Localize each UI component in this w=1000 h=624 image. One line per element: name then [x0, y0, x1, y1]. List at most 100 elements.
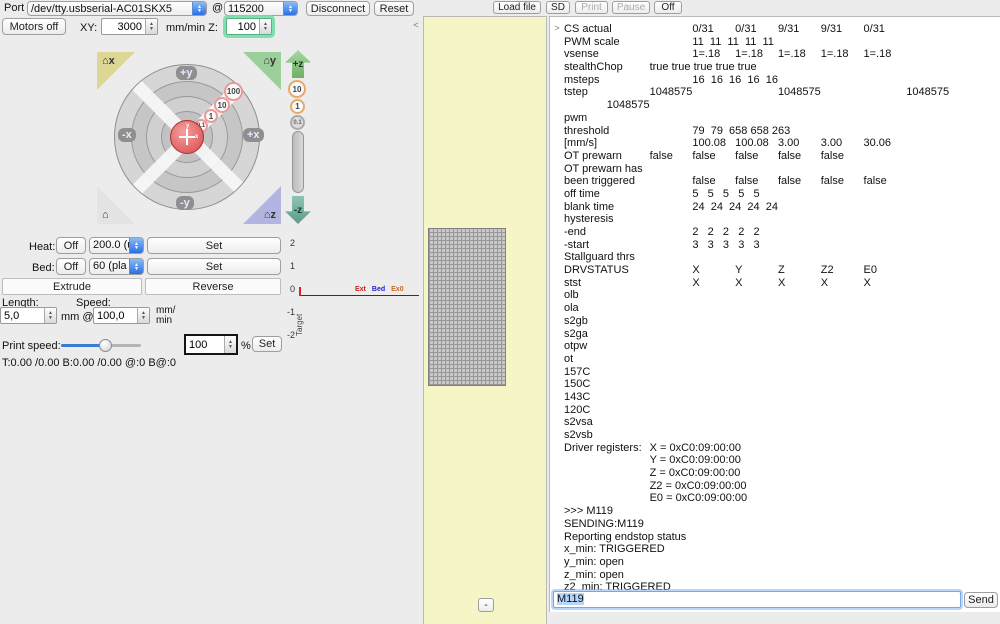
- print-speed-input[interactable]: [186, 336, 224, 353]
- bed-off-button[interactable]: Off: [56, 258, 86, 275]
- console-line: OT prewarn false false false false false: [564, 150, 998, 163]
- jog-plus-z-button[interactable]: +z: [285, 50, 311, 78]
- baud-select[interactable]: 115200 ▲▼: [224, 1, 298, 16]
- send-button[interactable]: Send: [964, 592, 998, 608]
- console-line: s2vsa: [564, 416, 998, 429]
- stepper-arrows-icon[interactable]: ▲▼: [44, 308, 56, 323]
- dropdown-arrows-icon: ▲▼: [129, 238, 143, 253]
- heat-set-button[interactable]: Set: [147, 237, 281, 254]
- home-all-icon: ⌂: [102, 209, 109, 221]
- bed-temp-select[interactable]: 60 (pla ▲▼: [89, 258, 144, 275]
- port-select[interactable]: /dev/tty.usbserial-AC01SKX5 ▲▼: [27, 1, 207, 16]
- console-line: PWM scale 11 11 11 11 11: [564, 36, 998, 49]
- console-line: 150C: [564, 378, 998, 391]
- console-line: ot: [564, 353, 998, 366]
- console-line: -end 2 2 2 2 2: [564, 226, 998, 239]
- home-z-icon: ⌂z: [264, 209, 276, 221]
- viewer-zoom-out-button[interactable]: -: [478, 598, 494, 612]
- slider-thumb[interactable]: [99, 339, 112, 352]
- load-file-button[interactable]: Load file: [493, 1, 541, 14]
- stepper-arrows-icon[interactable]: ▲▼: [137, 308, 149, 323]
- print-speed-slider[interactable]: [61, 338, 141, 353]
- console-line: Driver registers: X = 0xC0:09:00:00: [564, 442, 998, 455]
- mm-at-label: mm @: [61, 311, 94, 323]
- xy-feedrate-stepper[interactable]: ▲▼: [101, 18, 158, 35]
- extrude-speed-stepper[interactable]: ▲▼: [93, 307, 150, 324]
- baud-select-value: 115200: [225, 2, 283, 15]
- dropdown-arrows-icon: ▲▼: [192, 2, 206, 15]
- reverse-button[interactable]: Reverse: [145, 278, 281, 295]
- console-line: 143C: [564, 391, 998, 404]
- console-panel: > CS actual 0/31 0/31 9/31 9/31 0/31PWM …: [549, 16, 1000, 612]
- stepper-arrows-icon[interactable]: ▲▼: [145, 19, 157, 34]
- temp-status-line: T:0.00 /0.00 B:0.00 /0.00 @:0 B@:0: [2, 357, 176, 369]
- reset-button[interactable]: Reset: [374, 1, 414, 16]
- dropdown-arrows-icon: ▲▼: [283, 2, 297, 15]
- graph-legend-item: Ex0: [391, 286, 403, 293]
- heat-temp-select[interactable]: 200.0 (u ▲▼: [89, 237, 144, 254]
- jog-minus-y-button[interactable]: -y: [176, 196, 194, 210]
- console-line: OT prewarn has: [564, 163, 998, 176]
- xy-feedrate-label: XY:: [80, 22, 97, 34]
- disconnect-button[interactable]: Disconnect: [306, 1, 370, 16]
- heat-label: Heat:: [29, 241, 55, 253]
- bed-set-button[interactable]: Set: [147, 258, 281, 275]
- left-splitter-collapse-button[interactable]: <: [410, 18, 422, 32]
- print-speed-stepper[interactable]: ▲▼: [184, 334, 238, 355]
- jog-center-button[interactable]: y x: [170, 120, 204, 154]
- heat-off-button[interactable]: Off: [56, 237, 86, 254]
- command-input[interactable]: M119: [553, 591, 961, 608]
- print-button[interactable]: Print: [575, 1, 608, 14]
- percent-label: %: [241, 340, 251, 352]
- extrude-length-input[interactable]: [1, 308, 44, 323]
- graph-y-tick: 1: [283, 255, 295, 278]
- console-line: Z = 0xC0:09:00:00: [564, 467, 998, 480]
- graph-y-tick: -1: [283, 301, 295, 324]
- console-line: stealthChop true true true true true: [564, 61, 998, 74]
- motors-off-button[interactable]: Motors off: [2, 18, 66, 35]
- home-y-icon: ⌂y: [263, 55, 276, 67]
- console-line: Z2 = 0xC0:09:00:00: [564, 480, 998, 493]
- jog-plus-x-button[interactable]: +x: [243, 128, 264, 142]
- min-label: min: [156, 315, 172, 326]
- minus-z-label: -z: [294, 205, 302, 216]
- jog-minus-z-button[interactable]: -z: [285, 196, 311, 224]
- stepper-arrows-icon[interactable]: ▲▼: [224, 336, 236, 353]
- console-line: s2vsb: [564, 429, 998, 442]
- console-line: blank time 24 24 24 24 24: [564, 201, 998, 214]
- print-speed-set-button[interactable]: Set: [252, 336, 282, 352]
- pause-button[interactable]: Pause: [612, 1, 650, 14]
- console-line: E0 = 0xC0:09:00:00: [564, 492, 998, 505]
- console-line: msteps 16 16 16 16 16: [564, 74, 998, 87]
- bed-label: Bed:: [32, 262, 55, 274]
- xy-feedrate-input[interactable]: [102, 19, 145, 34]
- jog-plus-y-button[interactable]: +y: [176, 66, 197, 80]
- off-button[interactable]: Off: [654, 1, 682, 14]
- console-line: 157C: [564, 366, 998, 379]
- graph-legend-item: Bed: [372, 286, 385, 293]
- console-line: pwm: [564, 112, 998, 125]
- z-feedrate-label: mm/min Z:: [166, 22, 218, 34]
- z-feedrate-stepper[interactable]: ▲▼: [226, 18, 272, 35]
- jog-minus-x-button[interactable]: -x: [118, 128, 136, 142]
- extrude-speed-input[interactable]: [94, 308, 137, 323]
- z-feedrate-input[interactable]: [227, 19, 259, 34]
- console-line: Reporting endstop status: [564, 531, 998, 544]
- sd-button[interactable]: SD: [546, 1, 570, 14]
- graph-time-marker: [299, 287, 301, 296]
- console-log: CS actual 0/31 0/31 9/31 9/31 0/31PWM sc…: [564, 23, 998, 594]
- z-step-1-badge: 1: [290, 99, 305, 114]
- right-splitter-collapse-button[interactable]: >: [551, 21, 563, 35]
- extrude-length-stepper[interactable]: ▲▼: [0, 307, 57, 324]
- extrude-button[interactable]: Extrude: [2, 278, 142, 295]
- z-jog-track[interactable]: [292, 131, 304, 193]
- graph-y-tick: 2: [283, 232, 295, 255]
- graph-y-tick: -2: [283, 324, 295, 347]
- stepper-arrows-icon[interactable]: ▲▼: [259, 19, 271, 34]
- port-label: Port: [4, 2, 24, 14]
- console-line: tstep 1048575 1048575 1048575 1048575: [564, 86, 998, 99]
- graph-target-axis-label: Target: [295, 314, 304, 336]
- gcode-viewer[interactable]: -: [423, 16, 547, 624]
- console-line: vsense 1=.18 1=.18 1=.18 1=.18 1=.18: [564, 48, 998, 61]
- bed-temp-value: 60 (pla: [90, 259, 129, 274]
